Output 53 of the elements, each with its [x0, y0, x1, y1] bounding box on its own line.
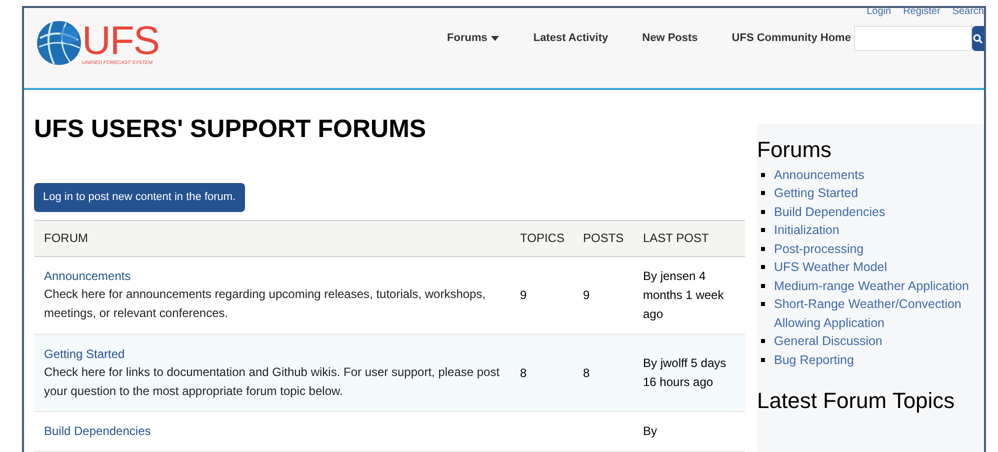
globe-logo-icon — [36, 20, 82, 66]
column-header: LAST POST — [643, 230, 710, 248]
bullet-icon — [761, 210, 765, 214]
sidebar-heading: Latest Forum Topics — [757, 387, 956, 414]
nav-link[interactable]: Forums — [447, 30, 500, 46]
sidebar-link[interactable]: Build Dependencies — [774, 202, 886, 221]
bullet-icon — [761, 339, 765, 343]
nav-link[interactable]: New Posts — [642, 30, 698, 46]
sidebar-link[interactable]: Bug Reporting — [774, 350, 854, 369]
sidebar-link[interactable]: Medium-range Weather Application — [774, 276, 970, 295]
bullet-icon — [761, 284, 765, 288]
bullet-icon — [761, 265, 765, 269]
topics-count: 9 — [520, 287, 528, 304]
forum-title-link[interactable]: Build Dependencies — [44, 422, 151, 440]
forum-description: Check here for announcements regarding upcoming releases, tutorials, workshops, meetings, or relevant conferences. — [44, 286, 487, 322]
search-button[interactable] — [972, 26, 984, 51]
topics-count: 8 — [520, 364, 528, 382]
search-field[interactable] — [854, 26, 972, 51]
forum-title-link[interactable]: Getting Started — [44, 344, 125, 363]
user-link[interactable]: Register — [903, 4, 940, 19]
sidebar-link[interactable]: Announcements — [774, 166, 864, 184]
last-post: By — [643, 422, 658, 440]
logo-wordmark: UFS — [82, 20, 159, 60]
sidebar-link[interactable]: UFS Weather Model — [774, 258, 888, 276]
forum-description: Check here for links to documentation and Github wikis. For user support, please post your question to the most appropriate forum topic below. — [44, 364, 501, 400]
sidebar-link[interactable]: Initialization — [774, 221, 840, 240]
search-icon — [973, 34, 983, 44]
bullet-icon — [761, 172, 765, 176]
sidebar-link[interactable]: Getting Started — [774, 184, 858, 202]
sidebar-link[interactable]: Short-Range Weather/Convection Allowing Application — [774, 295, 984, 332]
sidebar-heading: Forums — [757, 136, 833, 164]
last-post: By jensen 4 months 1 week ago — [643, 268, 725, 323]
posts-count: 8 — [583, 364, 591, 382]
user-link[interactable]: Login — [866, 4, 892, 19]
bullet-icon — [761, 302, 765, 306]
bullet-icon — [761, 191, 765, 195]
sidebar-link[interactable]: Post-processing — [774, 240, 864, 258]
post-button[interactable]: Log in to post new content in the forum. — [34, 183, 245, 212]
bullet-icon — [761, 228, 765, 232]
nav-link[interactable]: Latest Activity — [533, 30, 608, 46]
column-header: POSTS — [583, 230, 625, 248]
nav-link[interactable]: UFS Community Home — [732, 30, 851, 46]
caret-icon — [491, 36, 500, 41]
user-link[interactable]: Search — [952, 4, 984, 19]
column-header: TOPICS — [520, 230, 566, 248]
bullet-icon — [761, 246, 765, 250]
last-post: By jwolff 5 days 16 hours ago — [643, 354, 728, 391]
column-header: FORUM — [43, 230, 89, 248]
posts-count: 9 — [583, 287, 591, 304]
bullet-icon — [761, 358, 765, 362]
sidebar-link[interactable]: General Discussion — [774, 332, 882, 350]
page-title: UFS USERS' SUPPORT FORUMS — [34, 114, 428, 145]
forum-title-link[interactable]: Announcements — [44, 267, 131, 286]
